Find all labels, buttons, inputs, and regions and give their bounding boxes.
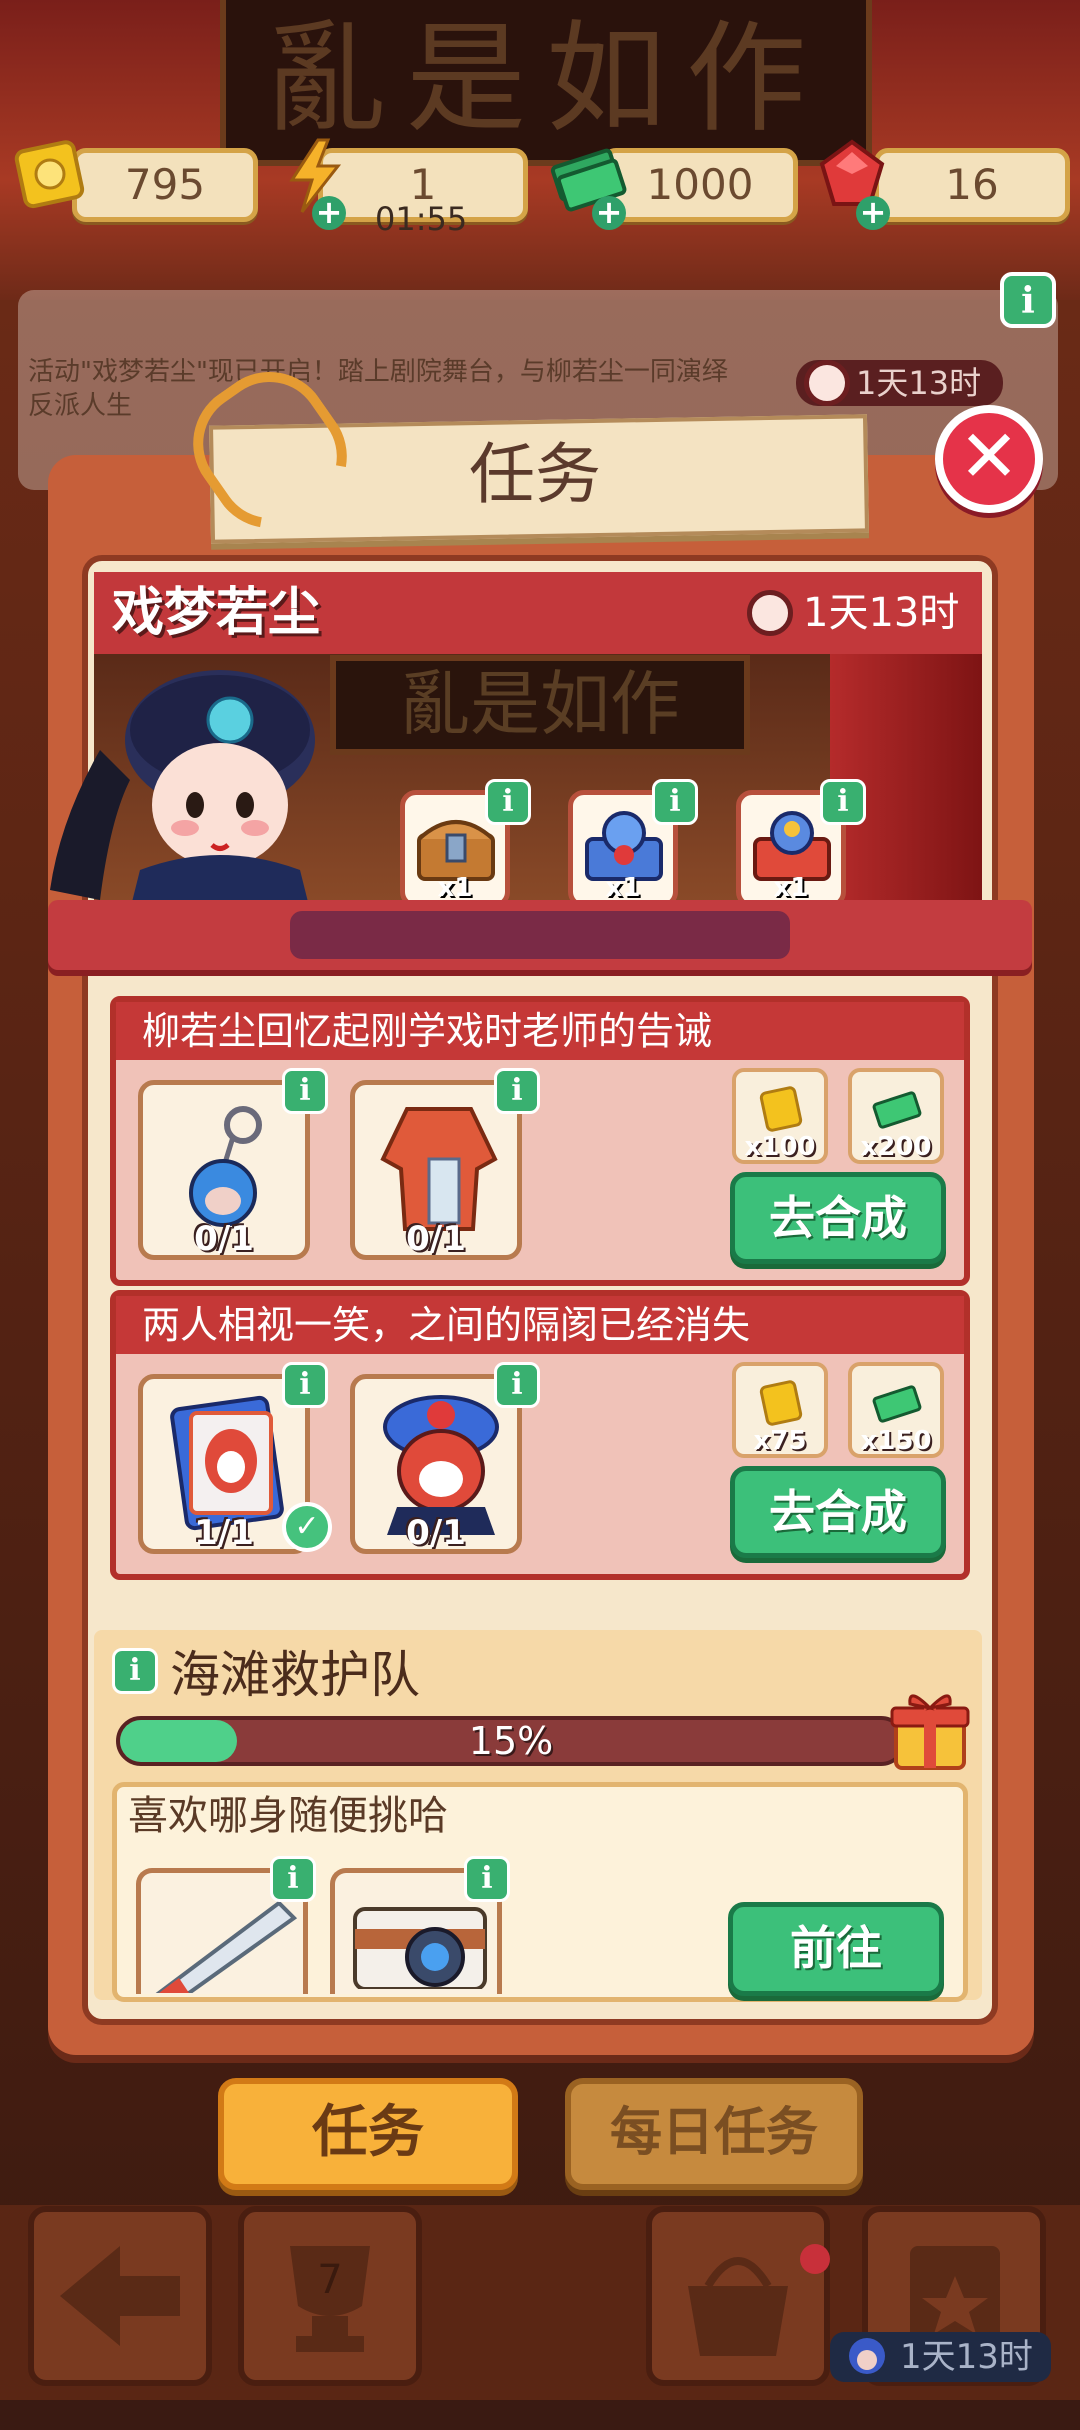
back-arrow-icon: [60, 2246, 180, 2346]
shop-button[interactable]: [646, 2206, 830, 2386]
item-info-button[interactable]: i: [282, 1068, 328, 1114]
notification-dot: [800, 2244, 830, 2274]
reward-count: x150: [860, 1426, 932, 1456]
gem-plus-button[interactable]: +: [856, 196, 890, 230]
synthesize-button[interactable]: 去合成: [730, 1172, 946, 1264]
beach-info-button[interactable]: i: [112, 1648, 158, 1694]
opera-character-icon: [40, 640, 340, 910]
beach-quest-title: 喜欢哪身随便挑哈: [128, 1793, 448, 1839]
cash-icon: [872, 1091, 922, 1129]
tab-daily-task[interactable]: 每日任务: [565, 2078, 863, 2190]
trophy-count: 7: [317, 2257, 343, 2303]
event-timer-text: 1天13时: [803, 590, 960, 636]
gift-box-icon[interactable]: [888, 1684, 972, 1778]
quest-reward: x150: [848, 1362, 944, 1458]
cash-value: 1000: [646, 160, 754, 209]
reward-count: x1: [605, 873, 641, 903]
item-info-button[interactable]: i: [464, 1856, 510, 1902]
opera-robe-icon: [380, 1107, 498, 1231]
cash-plus-button[interactable]: +: [592, 196, 626, 230]
event-timer: 1天13时: [745, 585, 959, 641]
reward-info-button[interactable]: i: [485, 779, 531, 825]
reward-info-button[interactable]: i: [820, 779, 866, 825]
opera-head-icon: [849, 2338, 885, 2374]
event-progress-bar: [290, 911, 790, 959]
energy-timer: 01:55: [375, 200, 468, 238]
item-info-button[interactable]: i: [282, 1362, 328, 1408]
item-progress: 0/1: [406, 1513, 466, 1553]
item-progress: 1/1: [194, 1513, 254, 1553]
clock-icon: [747, 590, 793, 636]
item-info-button[interactable]: i: [494, 1362, 540, 1408]
synthesize-button[interactable]: 去合成: [730, 1466, 946, 1558]
opera-mask-card-icon: [170, 1395, 284, 1531]
reward-count: x100: [744, 1132, 816, 1162]
ticket-icon[interactable]: [10, 132, 90, 212]
bottom-event-timer: 1天13时: [830, 2332, 1051, 2382]
beach-progress-text: 15%: [468, 1719, 554, 1763]
gem-counter: 16: [874, 148, 1070, 222]
tab-task[interactable]: 任务: [218, 2078, 518, 2190]
check-icon: ✓: [282, 1502, 332, 1552]
quest-reward: x200: [848, 1068, 944, 1164]
ticket-value: 795: [124, 160, 206, 209]
energy-plus-button[interactable]: +: [312, 196, 346, 230]
back-button[interactable]: [28, 2206, 212, 2386]
reward-count: x1: [773, 873, 809, 903]
notice-text: 活动"戏梦若尘"现已开启！踏上剧院舞台，与柳若尘一同演绎反派人生: [28, 357, 728, 421]
reward-count: x1: [437, 873, 473, 903]
ticket-icon: [759, 1380, 803, 1426]
notice-timer-text: 1天13时: [856, 364, 982, 402]
reward-count: x200: [860, 1132, 932, 1162]
item-progress: 0/1: [194, 1219, 254, 1259]
item-info-button[interactable]: i: [494, 1068, 540, 1114]
clock-icon: [804, 360, 850, 406]
opera-mask-keychain-icon: [189, 1106, 262, 1227]
item-info-button[interactable]: i: [270, 1856, 316, 1902]
notice-info-button[interactable]: i: [1000, 272, 1056, 328]
ticket-counter: 795: [72, 148, 258, 222]
stage-plaque: 亂是如作: [330, 655, 750, 755]
quest-reward: x100: [732, 1068, 828, 1164]
gem-value: 16: [945, 160, 999, 209]
go-button[interactable]: 前往: [728, 1902, 944, 1996]
beach-title: 海滩救护队: [170, 1646, 420, 1704]
quest-reward: x75: [732, 1362, 828, 1458]
item-progress: 0/1: [406, 1219, 466, 1259]
camera-icon: [353, 1907, 487, 1989]
quest-title: 两人相视一笑，之间的隔阂已经消失: [116, 1296, 964, 1354]
ticket-icon: [759, 1086, 803, 1132]
reward-info-button[interactable]: i: [652, 779, 698, 825]
notice-timer: 1天13时: [796, 360, 1004, 406]
cash-counter: 1000: [602, 148, 798, 222]
cash-icon: [872, 1385, 922, 1423]
bottom-timer-text: 1天13时: [900, 2337, 1033, 2377]
quest-title: 柳若尘回忆起刚学戏时老师的告诫: [116, 1002, 964, 1060]
reward-count: x75: [753, 1426, 807, 1456]
close-button[interactable]: ✕: [935, 405, 1043, 513]
trophy-button[interactable]: 7: [238, 2206, 422, 2386]
basket-icon: [688, 2257, 788, 2356]
